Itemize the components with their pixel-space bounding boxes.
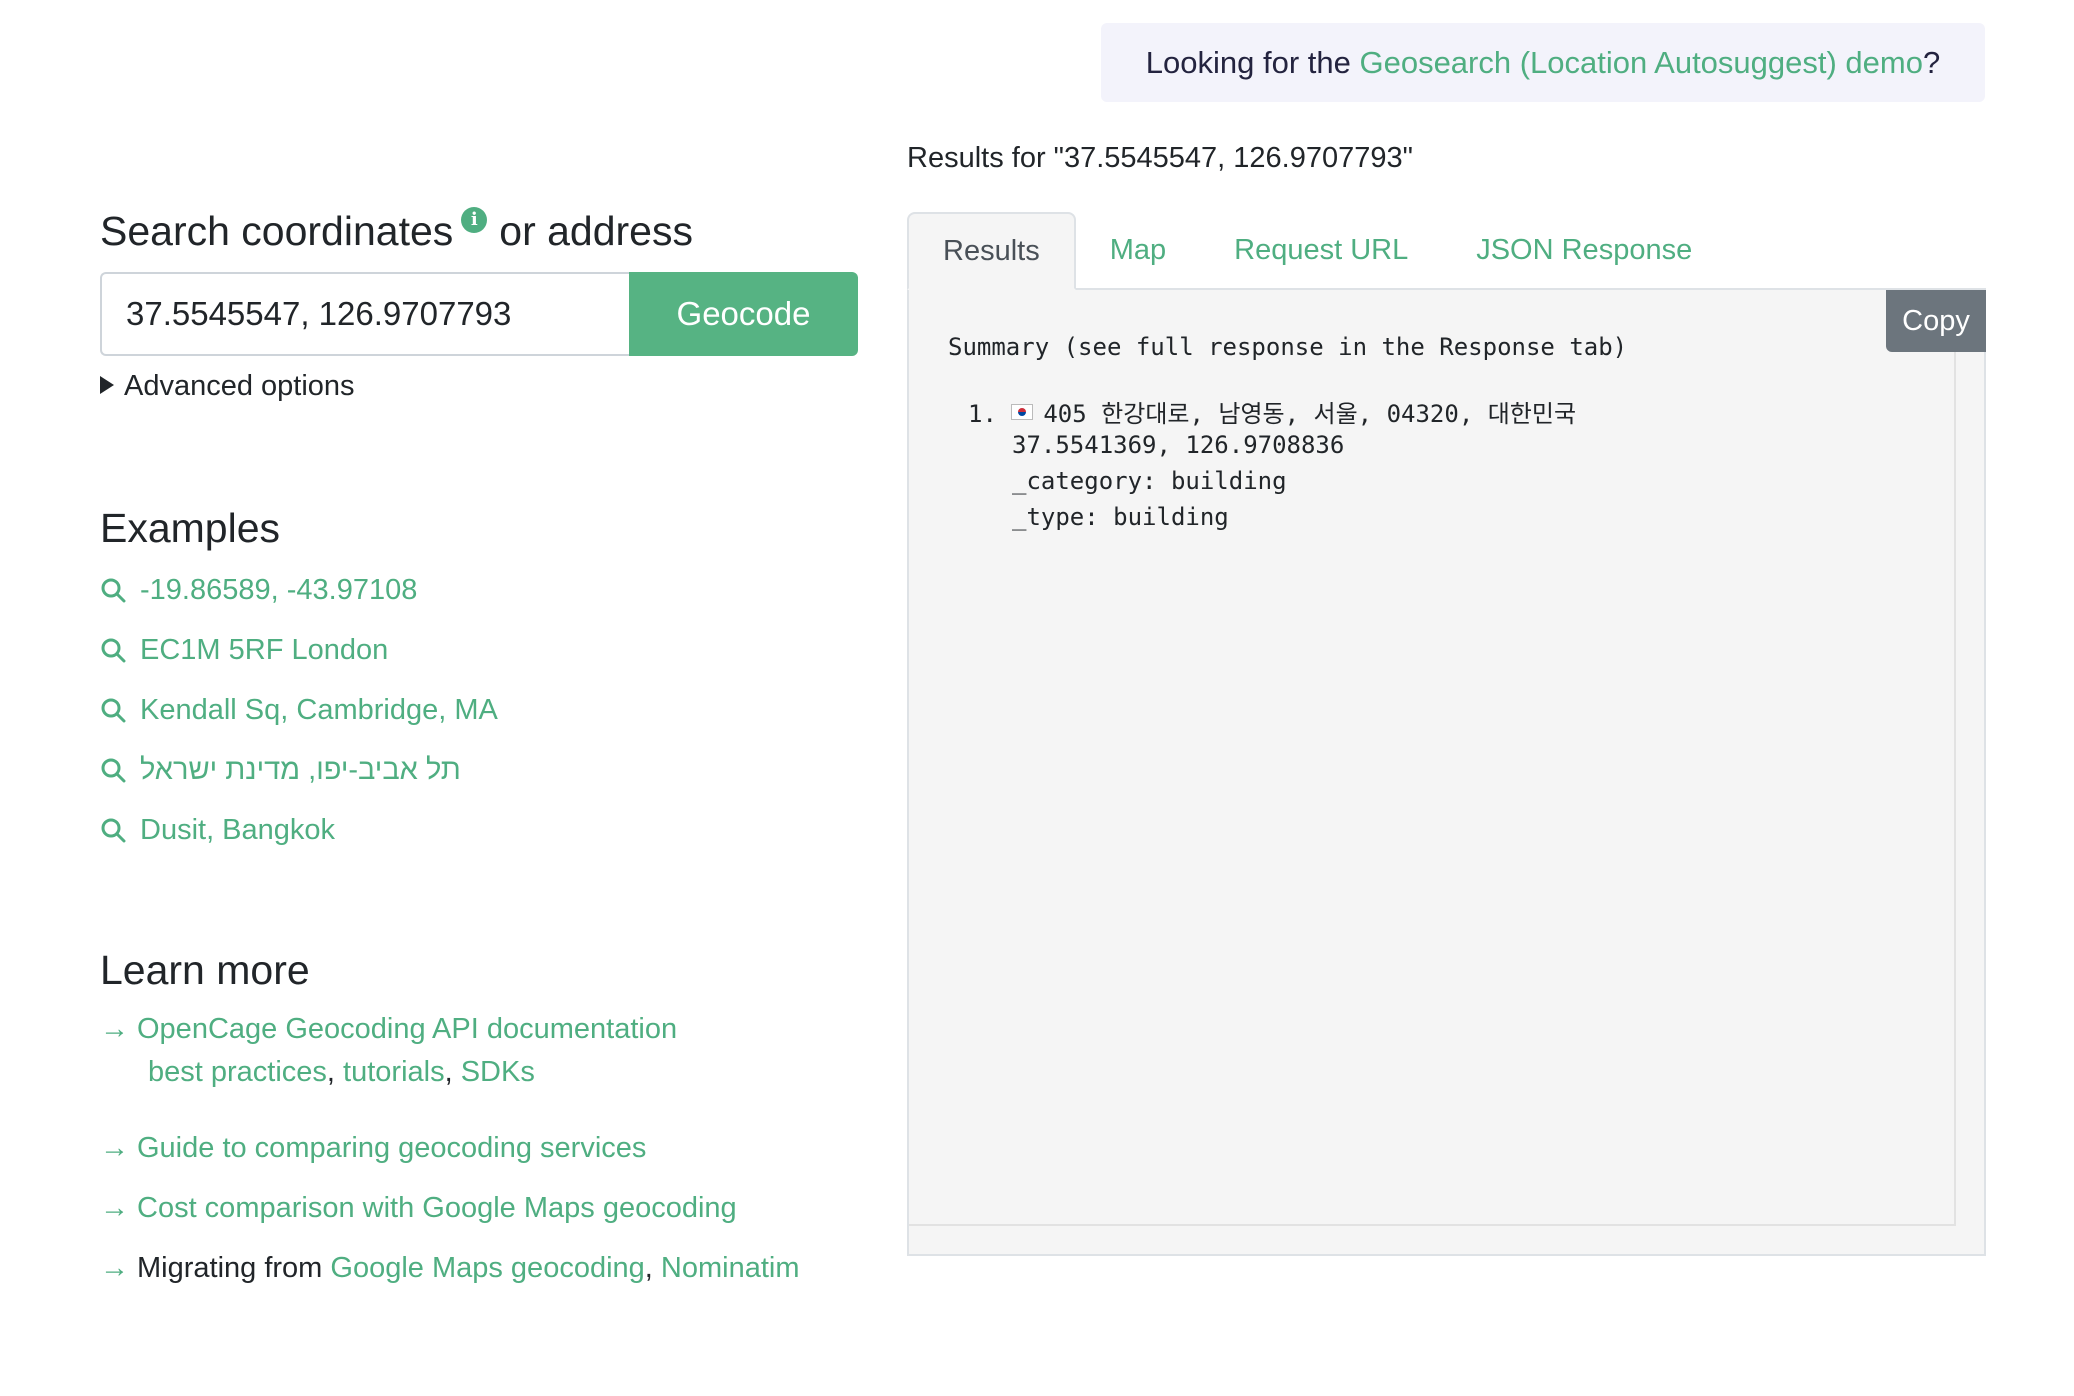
api-docs-link[interactable]: OpenCage Geocoding API documentation bbox=[137, 1013, 677, 1046]
example-link[interactable]: -19.86589, -43.97108 bbox=[140, 574, 417, 607]
result-category: _category: building bbox=[1012, 467, 1287, 495]
google-maps-link[interactable]: Google Maps geocoding bbox=[330, 1252, 644, 1285]
example-link[interactable]: תל אביב-יפו, מדינת ישראל bbox=[140, 754, 461, 787]
geosearch-notice: Looking for the Geosearch (Location Auto… bbox=[1101, 23, 1985, 102]
result-coordinates: 37.5541369, 126.9708836 bbox=[1012, 431, 1345, 459]
south-korea-flag-icon bbox=[1011, 404, 1034, 420]
tab-map[interactable]: Map bbox=[1076, 212, 1200, 288]
disclosure-triangle-icon bbox=[100, 376, 114, 394]
guide-link[interactable]: Guide to comparing geocoding services bbox=[137, 1132, 646, 1165]
tab-results[interactable]: Results bbox=[907, 212, 1076, 290]
result-address: 405 한강대로, 남영동, 서울, 04320, 대한민국 bbox=[1043, 400, 1577, 428]
result-type: _type: building bbox=[1012, 503, 1229, 531]
tab-json-response[interactable]: JSON Response bbox=[1442, 212, 1726, 288]
geocode-button[interactable]: Geocode bbox=[629, 272, 858, 356]
arrow-right-icon: → bbox=[100, 1192, 129, 1224]
migrating-sep: , bbox=[644, 1252, 661, 1284]
examples-title: Examples bbox=[100, 505, 281, 551]
tab-request-url[interactable]: Request URL bbox=[1200, 212, 1442, 288]
example-item[interactable]: EC1M 5RF London bbox=[100, 620, 498, 680]
sublink-sep: , bbox=[326, 1056, 344, 1088]
sdks-link[interactable]: SDKs bbox=[461, 1056, 535, 1089]
example-item[interactable]: -19.86589, -43.97108 bbox=[100, 560, 498, 620]
example-link[interactable]: EC1M 5RF London bbox=[140, 634, 388, 667]
search-input[interactable] bbox=[100, 272, 630, 356]
nominatim-link[interactable]: Nominatim bbox=[661, 1252, 800, 1285]
notice-suffix: ? bbox=[1922, 44, 1941, 80]
examples-list: -19.86589, -43.97108 EC1M 5RF London Ken… bbox=[100, 560, 498, 860]
search-icon bbox=[101, 698, 126, 723]
migrating-prefix: Migrating from bbox=[137, 1252, 331, 1284]
search-icon bbox=[101, 638, 126, 663]
example-link[interactable]: Dusit, Bangkok bbox=[140, 814, 335, 847]
copy-button[interactable]: Copy bbox=[1886, 290, 1986, 352]
learn-item-cost: → Cost comparison with Google Maps geoco… bbox=[100, 1192, 737, 1225]
learn-item-docs: → OpenCage Geocoding API documentation bbox=[100, 1013, 677, 1046]
learn-more-title: Learn more bbox=[100, 947, 310, 993]
example-item[interactable]: תל אביב-יפו, מדינת ישראל bbox=[100, 740, 498, 800]
search-title-part1: Search coordinates bbox=[100, 208, 454, 254]
result-number: 1. bbox=[968, 400, 997, 428]
results-tabs: Results Map Request URL JSON Response bbox=[907, 212, 1986, 290]
geosearch-demo-link[interactable]: Geosearch (Location Autosuggest) demo bbox=[1359, 45, 1923, 81]
example-item[interactable]: Dusit, Bangkok bbox=[100, 800, 498, 860]
arrow-right-icon: → bbox=[100, 1013, 129, 1045]
search-icon bbox=[101, 578, 126, 603]
result-item-line-1: 1. 405 한강대로, 남영동, 서울, 04320, 대한민국 bbox=[968, 394, 1576, 429]
best-practices-link[interactable]: best practices bbox=[148, 1056, 327, 1089]
notice-prefix: Looking for the bbox=[1145, 44, 1360, 80]
sublink-sep: , bbox=[444, 1056, 461, 1088]
learn-item-sublinks: best practices, tutorials, SDKs bbox=[100, 1056, 535, 1089]
results-header: Results for "37.5545547, 126.9707793" bbox=[907, 142, 1413, 174]
info-icon[interactable]: i bbox=[461, 207, 488, 233]
advanced-options-label: Advanced options bbox=[124, 370, 355, 402]
search-icon bbox=[101, 758, 126, 783]
example-item[interactable]: Kendall Sq, Cambridge, MA bbox=[100, 680, 498, 740]
search-icon bbox=[101, 818, 126, 843]
arrow-right-icon: → bbox=[100, 1252, 129, 1284]
search-title-part2: or address bbox=[499, 208, 693, 254]
cost-comparison-link[interactable]: Cost comparison with Google Maps geocodi… bbox=[137, 1192, 737, 1225]
arrow-right-icon: → bbox=[100, 1132, 129, 1164]
learn-item-guide: → Guide to comparing geocoding services bbox=[100, 1132, 646, 1165]
example-link[interactable]: Kendall Sq, Cambridge, MA bbox=[140, 694, 498, 727]
search-title: Search coordinates i or address bbox=[100, 206, 693, 256]
results-summary: Summary (see full response in the Respon… bbox=[948, 333, 1628, 361]
tutorials-link[interactable]: tutorials bbox=[343, 1056, 445, 1089]
learn-item-migrating: → Migrating from Google Maps geocoding, … bbox=[100, 1252, 800, 1285]
advanced-options-toggle[interactable]: Advanced options bbox=[100, 368, 355, 404]
